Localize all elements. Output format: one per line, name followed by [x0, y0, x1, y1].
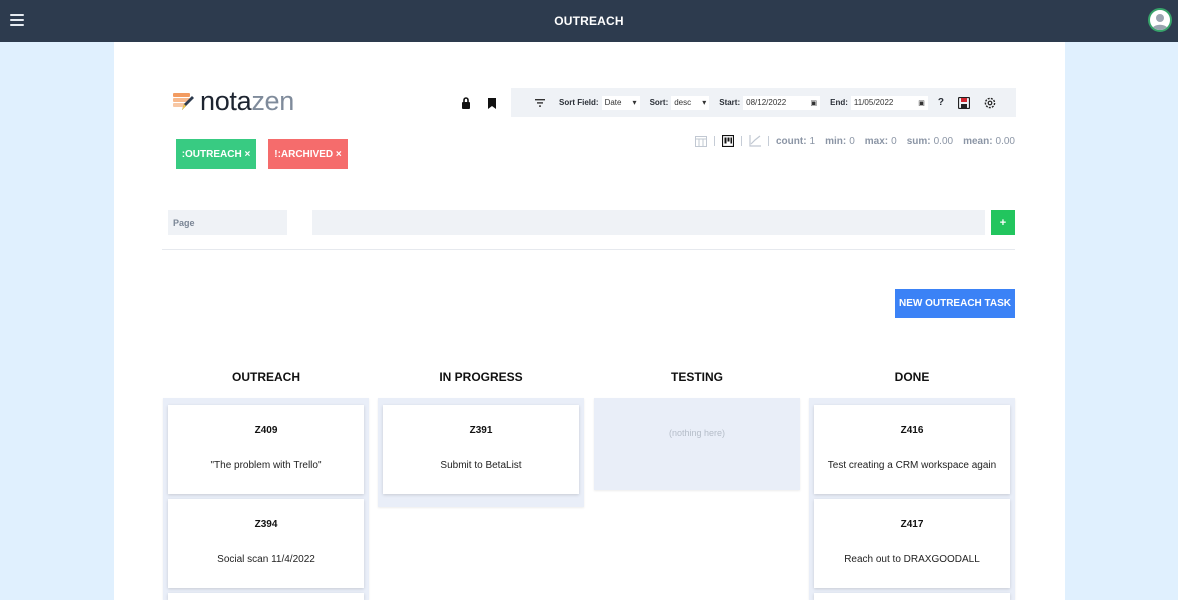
stat-count-value: 1	[809, 135, 816, 147]
stat-min-label: min:	[825, 135, 847, 147]
sort-field-label: Sort Field:	[559, 98, 599, 107]
end-date-value: 11/05/2022	[853, 98, 894, 107]
add-page-button[interactable]: +	[991, 210, 1015, 235]
card-title: Submit to BetaList	[440, 460, 522, 471]
card[interactable]	[168, 593, 364, 600]
column-header-done: DONE	[894, 370, 930, 384]
sort-field-value: Date	[604, 98, 622, 107]
column-in-progress: Z391 Submit to BetaList	[378, 398, 584, 507]
column-done: Z416 Test creating a CRM workspace again…	[809, 398, 1015, 600]
logo: notazen	[172, 85, 294, 117]
help-button[interactable]: ?	[938, 97, 944, 108]
stat-max-label: max:	[864, 135, 889, 147]
filter-toolbar: Sort Field: Date ▾ Sort: desc ▾ Start: 08/…	[511, 88, 1016, 117]
card[interactable]	[814, 593, 1010, 600]
column-header-in-progress: IN PROGRESS	[439, 370, 523, 384]
stat-count-label: count:	[776, 135, 807, 147]
chevron-down-icon: ▾	[702, 98, 707, 107]
save-icon[interactable]	[958, 96, 971, 109]
card-id: Z417	[900, 519, 924, 530]
card-title: Reach out to DRAXGOODALL	[844, 554, 980, 565]
logo-text-zen: zen	[251, 85, 294, 116]
filter-icon[interactable]	[535, 98, 545, 107]
card[interactable]: Z391 Submit to BetaList	[383, 405, 579, 494]
column-testing: (nothing here)	[594, 398, 800, 490]
gear-icon[interactable]	[984, 97, 996, 109]
card[interactable]: Z417 Reach out to DRAXGOODALL	[814, 499, 1010, 588]
sort-select[interactable]: desc ▾	[671, 95, 710, 110]
chevron-down-icon: ▾	[632, 98, 637, 107]
calendar-icon: ▣	[810, 99, 818, 107]
divider	[162, 249, 1015, 250]
calendar-icon: ▣	[918, 99, 925, 107]
calendar-view-icon[interactable]	[695, 135, 707, 147]
column-outreach: Z409 "The problem with Trello" Z394 Soci…	[163, 398, 369, 600]
empty-column-text: (nothing here)	[668, 428, 726, 438]
card-id: Z409	[254, 425, 278, 436]
stat-max-value: 0	[891, 135, 897, 147]
page-input[interactable]: Page	[168, 210, 287, 235]
tag-archived[interactable]: !:ARCHIVED ×	[268, 139, 348, 169]
card[interactable]: Z416 Test creating a CRM workspace again	[814, 405, 1010, 494]
card[interactable]: Z409 "The problem with Trello"	[168, 405, 364, 494]
new-outreach-task-button[interactable]: NEW OUTREACH TASK	[895, 289, 1015, 318]
card-id: Z416	[900, 425, 924, 436]
bookmark-icon[interactable]	[486, 96, 498, 110]
sort-label: Sort:	[649, 98, 669, 107]
column-header-outreach: OUTREACH	[232, 370, 300, 384]
card-id: Z394	[254, 519, 278, 530]
sort-value: desc	[674, 98, 692, 107]
lock-icon[interactable]	[460, 96, 472, 110]
card-id: Z391	[469, 425, 493, 436]
stat-sum-label: sum:	[906, 135, 931, 147]
end-date-input[interactable]: 11/05/2022 ▣	[850, 95, 928, 110]
chart-view-icon[interactable]	[749, 135, 761, 147]
stat-sum-value: 0.00	[933, 135, 954, 147]
stat-mean-value: 0.00	[995, 135, 1015, 147]
page-input-placeholder: Page	[173, 217, 195, 228]
sort-field-select[interactable]: Date ▾	[601, 95, 640, 110]
app-title: OUTREACH	[554, 14, 624, 28]
tag-outreach[interactable]: :OUTREACH ×	[176, 139, 256, 169]
user-icon	[1152, 14, 1168, 30]
card-title: "The problem with Trello"	[210, 460, 322, 471]
card[interactable]: Z394 Social scan 11/4/2022	[168, 499, 364, 588]
stat-mean-label: mean:	[963, 135, 993, 147]
start-date-input[interactable]: 08/12/2022 ▣	[743, 95, 821, 110]
card-title: Social scan 11/4/2022	[217, 554, 315, 565]
card-title: Test creating a CRM workspace again	[827, 460, 997, 471]
main-panel: notazen Sort Field: Date ▾ Sort: desc ▾ St…	[114, 42, 1065, 600]
page-content-input[interactable]	[312, 210, 985, 235]
top-bar: OUTREACH	[0, 0, 1178, 42]
logo-text-nota: nota	[200, 85, 252, 116]
end-label: End:	[830, 98, 848, 107]
notepad-pencil-icon	[173, 93, 194, 110]
column-header-testing: TESTING	[670, 370, 723, 384]
board-view-icon[interactable]	[722, 135, 734, 147]
avatar[interactable]	[1148, 8, 1172, 32]
start-label: Start:	[719, 98, 741, 107]
stats-bar: count: 1 min: 0 max: 0 sum: 0.00 mean: 0.00	[695, 135, 1015, 147]
stat-min-value: 0	[849, 135, 855, 147]
start-date-value: 08/12/2022	[746, 98, 787, 107]
